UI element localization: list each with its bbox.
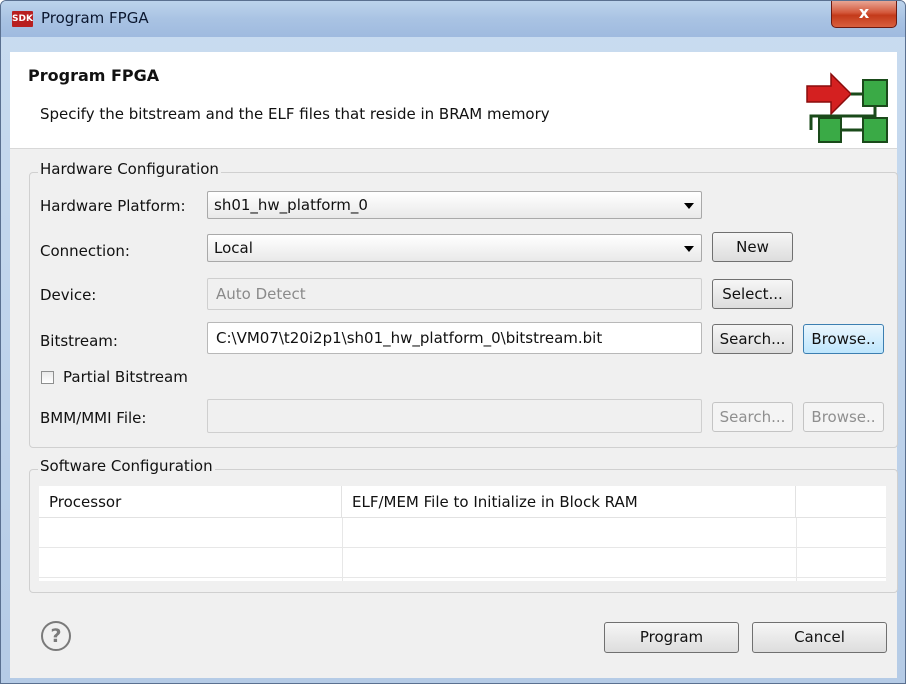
dialog-window: SDK Program FPGA x Program FPGA Specify …: [0, 0, 906, 684]
hardware-platform-label: Hardware Platform:: [40, 197, 186, 215]
program-button[interactable]: Program: [604, 622, 739, 653]
select-device-button[interactable]: Select...: [712, 279, 793, 309]
sdk-app-icon: SDK: [12, 11, 33, 27]
bmm-mmi-field: [207, 399, 702, 433]
header-title: Program FPGA: [28, 66, 160, 85]
bitstream-search-button[interactable]: Search...: [712, 324, 793, 354]
table-row[interactable]: [39, 518, 886, 548]
column-divider: [342, 518, 343, 581]
hardware-platform-value: sh01_hw_platform_0: [214, 196, 368, 214]
close-button[interactable]: x: [831, 1, 897, 28]
device-value: Auto Detect: [216, 285, 306, 303]
fpga-program-icon: [806, 72, 888, 143]
bitstream-label: Bitstream:: [40, 332, 118, 350]
bitstream-value: C:\VM07\t20i2p1\sh01_hw_platform_0\bitst…: [216, 329, 603, 347]
new-connection-button[interactable]: New: [712, 232, 793, 262]
dialog-body: Program FPGA Specify the bitstream and t…: [10, 52, 898, 678]
column-header-elf-file[interactable]: ELF/MEM File to Initialize in Block RAM: [342, 486, 796, 518]
chevron-down-icon: [684, 203, 694, 209]
header-description: Specify the bitstream and the ELF files …: [40, 105, 550, 123]
bitstream-browse-button[interactable]: Browse..: [803, 324, 884, 354]
connection-label: Connection:: [40, 242, 130, 260]
hardware-configuration-legend: Hardware Configuration: [38, 160, 221, 178]
column-header-extra[interactable]: [796, 486, 886, 518]
title-bar[interactable]: SDK Program FPGA x: [1, 1, 905, 37]
partial-bitstream-label[interactable]: Partial Bitstream: [63, 368, 188, 386]
column-divider: [796, 518, 797, 581]
device-label: Device:: [40, 286, 97, 304]
device-field: Auto Detect: [207, 278, 702, 310]
dialog-header: Program FPGA Specify the bitstream and t…: [10, 52, 897, 149]
window-title: Program FPGA: [41, 9, 149, 27]
cancel-button[interactable]: Cancel: [752, 622, 887, 653]
column-header-processor[interactable]: Processor: [39, 486, 342, 518]
help-icon[interactable]: ?: [41, 621, 71, 651]
bmm-browse-button: Browse..: [803, 402, 884, 432]
bmm-mmi-label: BMM/MMI File:: [40, 409, 147, 427]
elf-assignment-table: Processor ELF/MEM File to Initialize in …: [39, 486, 886, 581]
red-arrow-icon: [806, 72, 853, 116]
software-configuration-legend: Software Configuration: [38, 457, 215, 475]
connection-dropdown[interactable]: Local: [207, 234, 702, 262]
connection-value: Local: [214, 239, 253, 257]
partial-bitstream-checkbox[interactable]: [41, 371, 54, 384]
bmm-search-button: Search...: [712, 402, 793, 432]
chevron-down-icon: [684, 246, 694, 252]
bitstream-input[interactable]: C:\VM07\t20i2p1\sh01_hw_platform_0\bitst…: [207, 322, 702, 354]
hardware-platform-dropdown[interactable]: sh01_hw_platform_0: [207, 191, 702, 219]
table-row[interactable]: [39, 548, 886, 578]
